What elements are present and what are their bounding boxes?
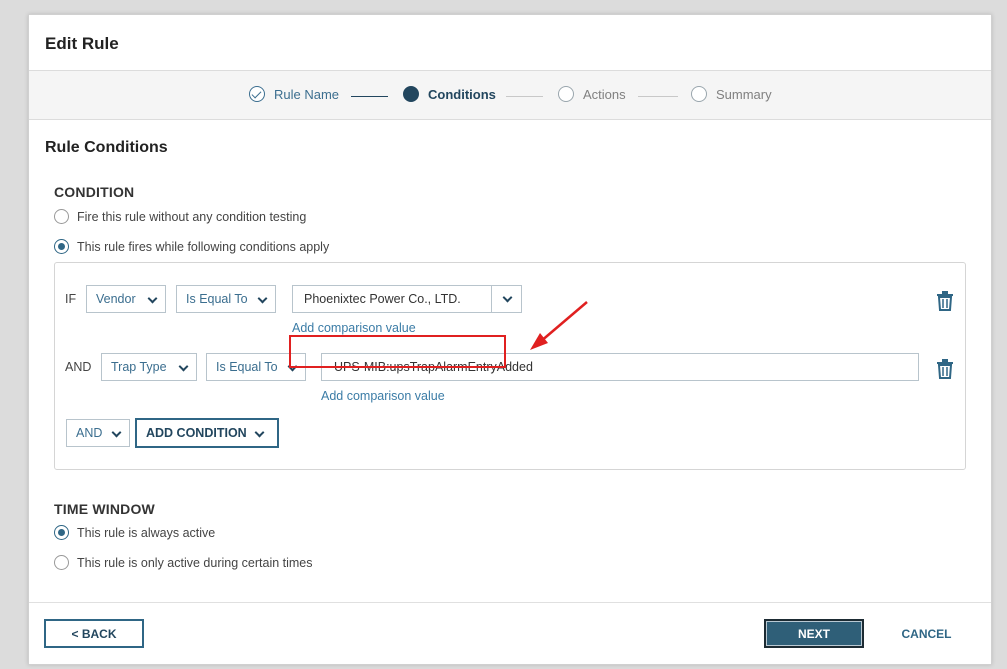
field-select-trap-type[interactable]: Trap Type: [101, 353, 197, 381]
step-connector: [506, 96, 543, 97]
chevron-down-icon: [254, 427, 265, 438]
and-keyword: AND: [65, 360, 92, 374]
radio-button-icon: [54, 239, 69, 254]
radio-label: Fire this rule without any condition tes…: [77, 209, 307, 224]
step-label: Summary: [716, 86, 772, 102]
select-value: Phoenixtec Power Co., LTD.: [304, 292, 461, 306]
chevron-down-icon: [178, 361, 189, 372]
radio-label: This rule is always active: [77, 525, 216, 540]
time-window-heading: TIME WINDOW: [54, 501, 155, 517]
radio-label: This rule is only active during certain …: [77, 555, 313, 570]
cancel-button[interactable]: CANCEL: [889, 619, 964, 648]
radio-no-condition[interactable]: Fire this rule without any condition tes…: [54, 209, 306, 224]
logic-select[interactable]: AND: [66, 419, 130, 447]
dialog-title: Edit Rule: [45, 34, 119, 53]
select-value: Is Equal To: [186, 292, 248, 306]
step-label: Conditions: [428, 86, 496, 102]
highlight-box: [289, 335, 506, 368]
step-conditions[interactable]: Conditions: [403, 86, 496, 102]
condition-heading: CONDITION: [54, 184, 135, 200]
radio-conditions-apply[interactable]: This rule fires while following conditio…: [54, 239, 329, 254]
check-circle-icon: [249, 86, 265, 102]
filled-circle-icon: [403, 86, 419, 102]
add-condition-button[interactable]: ADD CONDITION: [135, 418, 279, 448]
chevron-down-icon: [502, 292, 513, 303]
button-label: ADD CONDITION: [146, 426, 247, 440]
chevron-down-icon: [111, 427, 122, 438]
select-value: Trap Type: [111, 360, 167, 374]
wizard-stepper: Rule Name Conditions Actions Summary: [29, 70, 991, 120]
next-button[interactable]: NEXT: [764, 619, 864, 648]
step-connector: [638, 96, 678, 97]
select-value: Vendor: [96, 292, 136, 306]
chevron-down-icon: [147, 293, 158, 304]
section-title: Rule Conditions: [45, 139, 168, 156]
empty-circle-icon: [558, 86, 574, 102]
step-connector: [351, 96, 388, 97]
add-comparison-value-link[interactable]: Add comparison value: [321, 389, 445, 403]
step-rule-name[interactable]: Rule Name: [249, 86, 339, 102]
radio-certain-times[interactable]: This rule is only active during certain …: [54, 555, 313, 570]
radio-button-icon: [54, 209, 69, 224]
radio-button-icon: [54, 555, 69, 570]
chevron-down-icon: [257, 293, 268, 304]
radio-label: This rule fires while following conditio…: [77, 239, 330, 254]
dropdown-button[interactable]: [491, 286, 521, 312]
value-select-vendor[interactable]: Phoenixtec Power Co., LTD.: [292, 285, 522, 313]
step-summary[interactable]: Summary: [691, 86, 772, 102]
trash-icon[interactable]: [936, 359, 954, 379]
radio-always-active[interactable]: This rule is always active: [54, 525, 215, 540]
back-button[interactable]: < BACK: [44, 619, 144, 648]
radio-button-icon: [54, 525, 69, 540]
if-keyword: IF: [65, 292, 77, 306]
step-label: Actions: [583, 86, 626, 102]
select-value: AND: [76, 426, 103, 440]
step-label: Rule Name: [274, 86, 340, 102]
field-select-vendor[interactable]: Vendor: [86, 285, 166, 313]
edit-rule-dialog: Edit Rule Rule Name Conditions Actions S…: [28, 14, 992, 665]
footer-divider: [29, 602, 991, 603]
trash-icon[interactable]: [936, 291, 954, 311]
select-value: Is Equal To: [216, 360, 278, 374]
operator-select[interactable]: Is Equal To: [176, 285, 276, 313]
step-actions[interactable]: Actions: [558, 86, 626, 102]
empty-circle-icon: [691, 86, 707, 102]
add-comparison-value-link[interactable]: Add comparison value: [292, 321, 416, 335]
